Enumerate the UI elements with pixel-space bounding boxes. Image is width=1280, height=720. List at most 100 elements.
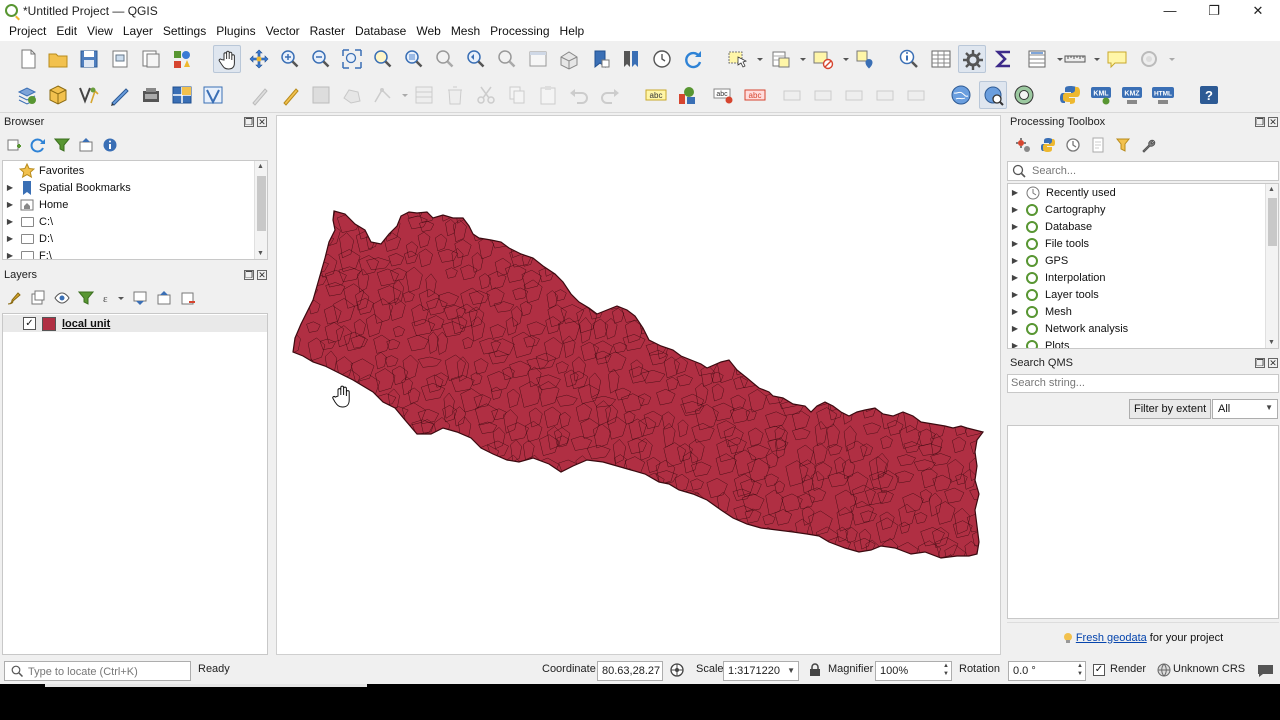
menu-view[interactable]: View xyxy=(82,24,118,38)
pan-to-selection-icon[interactable] xyxy=(248,48,270,70)
close-button[interactable]: ✕ xyxy=(1236,0,1280,21)
close-panel-button[interactable]: ✕ xyxy=(257,117,267,127)
vertex-dropdown-icon[interactable] xyxy=(394,84,408,106)
browser-item-home[interactable]: ▶ Home xyxy=(3,196,68,213)
open-street-map-icon[interactable] xyxy=(1013,84,1035,106)
import-kmz-icon[interactable]: KMZ xyxy=(1121,84,1143,106)
filter-browser-icon[interactable] xyxy=(54,137,70,153)
menu-edit[interactable]: Edit xyxy=(51,24,82,38)
export-html-icon[interactable]: HTML xyxy=(1152,84,1174,106)
select-features-icon[interactable] xyxy=(727,48,749,70)
modify-attributes-icon[interactable] xyxy=(413,84,435,106)
expand-arrow-icon[interactable]: ▶ xyxy=(5,251,15,259)
minimize-button[interactable]: — xyxy=(1148,0,1192,21)
zoom-next-icon[interactable] xyxy=(496,48,518,70)
zoom-native-icon[interactable] xyxy=(434,48,456,70)
search-qms-icon[interactable] xyxy=(979,81,1007,109)
save-edits-icon[interactable] xyxy=(310,84,332,106)
render-checkbox[interactable]: ✓ xyxy=(1093,664,1105,676)
deselect-dropdown-icon[interactable] xyxy=(835,48,849,70)
toolbox-item-gps[interactable]: ▶ GPS xyxy=(1008,252,1068,269)
show-bookmarks-icon[interactable] xyxy=(620,48,642,70)
zoom-to-layer-icon[interactable] xyxy=(403,48,425,70)
map-tips-icon[interactable] xyxy=(1106,48,1128,70)
qms-search-input[interactable]: Search string... xyxy=(1007,374,1279,393)
edit-features-in-place-icon[interactable] xyxy=(1115,137,1131,153)
vertex-tool-icon[interactable] xyxy=(372,84,394,106)
properties-info-icon[interactable] xyxy=(102,137,118,153)
scale-combobox[interactable]: 1:3171220 ▼ xyxy=(723,661,799,681)
menu-vector[interactable]: Vector xyxy=(261,24,305,38)
collapse-all-icon[interactable] xyxy=(78,137,94,153)
delete-selected-icon[interactable] xyxy=(444,84,466,106)
layer-diagram-icon[interactable] xyxy=(676,84,698,106)
expand-arrow-icon[interactable]: ▶ xyxy=(1010,256,1020,265)
expand-arrow-icon[interactable]: ▶ xyxy=(5,183,15,192)
toolbox-item-recently-used[interactable]: ▶ Recently used xyxy=(1008,184,1116,201)
import-kml-icon[interactable]: KML xyxy=(1090,84,1112,106)
new-3d-map-view-icon[interactable] xyxy=(558,48,580,70)
layer-row-local-unit[interactable]: ✓ local unit xyxy=(3,315,267,332)
expand-arrow-icon[interactable]: ▶ xyxy=(1010,290,1020,299)
toggle-extents-icon[interactable] xyxy=(669,662,685,678)
undo-icon[interactable] xyxy=(568,84,590,106)
layer-visibility-checkbox[interactable]: ✓ xyxy=(23,317,36,330)
copy-features-icon[interactable] xyxy=(506,84,528,106)
digitize-icon[interactable] xyxy=(109,84,131,106)
close-panel-button[interactable]: ✕ xyxy=(1268,358,1278,368)
menu-web[interactable]: Web xyxy=(411,24,445,38)
redo-icon[interactable] xyxy=(599,84,621,106)
browser-item-drive-c[interactable]: ▶ C:\ xyxy=(3,213,53,230)
menu-project[interactable]: Project xyxy=(4,24,51,38)
highlight-labels-icon[interactable]: abc xyxy=(744,84,766,106)
coordinate-field[interactable]: 80.63,28.27 xyxy=(597,661,663,681)
close-panel-button[interactable]: ✕ xyxy=(257,270,267,280)
new-project-icon[interactable] xyxy=(17,48,39,70)
save-project-icon[interactable] xyxy=(78,48,100,70)
browser-item-favorites[interactable]: Favorites xyxy=(3,162,84,179)
new-spatial-bookmark-icon[interactable] xyxy=(589,48,611,70)
field-calculator-icon[interactable] xyxy=(1027,48,1049,70)
select-by-location-icon[interactable] xyxy=(854,48,876,70)
scroll-up-icon[interactable]: ▲ xyxy=(257,163,264,170)
browser-item-drive-d[interactable]: ▶ D:\ xyxy=(3,230,53,247)
expand-arrow-icon[interactable]: ▶ xyxy=(1010,239,1020,248)
new-print-layout-icon[interactable] xyxy=(109,48,131,70)
cut-features-icon[interactable] xyxy=(475,84,497,106)
new-temporary-layer-icon[interactable] xyxy=(140,84,162,106)
toolbox-item-file-tools[interactable]: ▶ File tools xyxy=(1008,235,1089,252)
statistical-summary-icon[interactable] xyxy=(993,48,1015,70)
expand-all-icon[interactable] xyxy=(132,290,148,306)
rotate-label-icon[interactable] xyxy=(813,84,835,106)
expand-arrow-icon[interactable]: ▶ xyxy=(1010,341,1020,348)
browser-item-spatial-bookmarks[interactable]: ▶ Spatial Bookmarks xyxy=(3,179,131,196)
spinbox-arrows-icon[interactable]: ▲ ▼ xyxy=(943,662,949,678)
manage-map-themes-icon[interactable] xyxy=(54,290,70,306)
float-panel-button[interactable]: ❐ xyxy=(244,270,254,280)
float-panel-button[interactable]: ❐ xyxy=(244,117,254,127)
restore-button[interactable]: ❐ xyxy=(1192,0,1236,21)
zoom-last-icon[interactable] xyxy=(465,48,487,70)
browser-item-drive-f[interactable]: ▶ F:\ xyxy=(3,247,52,259)
models-icon[interactable] xyxy=(1015,137,1031,153)
expand-arrow-icon[interactable]: ▶ xyxy=(1010,307,1020,316)
help-icon[interactable]: ? xyxy=(1198,84,1220,106)
add-selected-layers-icon[interactable] xyxy=(6,137,22,153)
move-label-icon[interactable] xyxy=(782,84,804,106)
browser-scrollbar[interactable]: ▲ ▼ xyxy=(254,161,267,259)
zoom-out-icon[interactable] xyxy=(310,48,332,70)
messages-icon[interactable] xyxy=(1257,662,1274,678)
table-dropdown-icon[interactable] xyxy=(1049,48,1063,70)
label-properties-icon[interactable] xyxy=(906,84,928,106)
scroll-up-icon[interactable]: ▲ xyxy=(1268,186,1275,193)
spinbox-arrows-icon[interactable]: ▲ ▼ xyxy=(1077,662,1083,678)
open-layer-styling-icon[interactable] xyxy=(6,290,22,306)
current-edits-icon[interactable] xyxy=(280,84,302,106)
filter-legend-icon[interactable] xyxy=(78,290,94,306)
pin-labels-icon[interactable]: abc xyxy=(713,84,735,106)
measure-line-icon[interactable] xyxy=(1064,48,1086,70)
style-manager-icon[interactable] xyxy=(171,48,193,70)
remove-layer-icon[interactable] xyxy=(180,290,196,306)
filter-by-extent-button[interactable]: Filter by extent xyxy=(1129,399,1212,419)
map-canvas[interactable] xyxy=(276,115,1001,655)
